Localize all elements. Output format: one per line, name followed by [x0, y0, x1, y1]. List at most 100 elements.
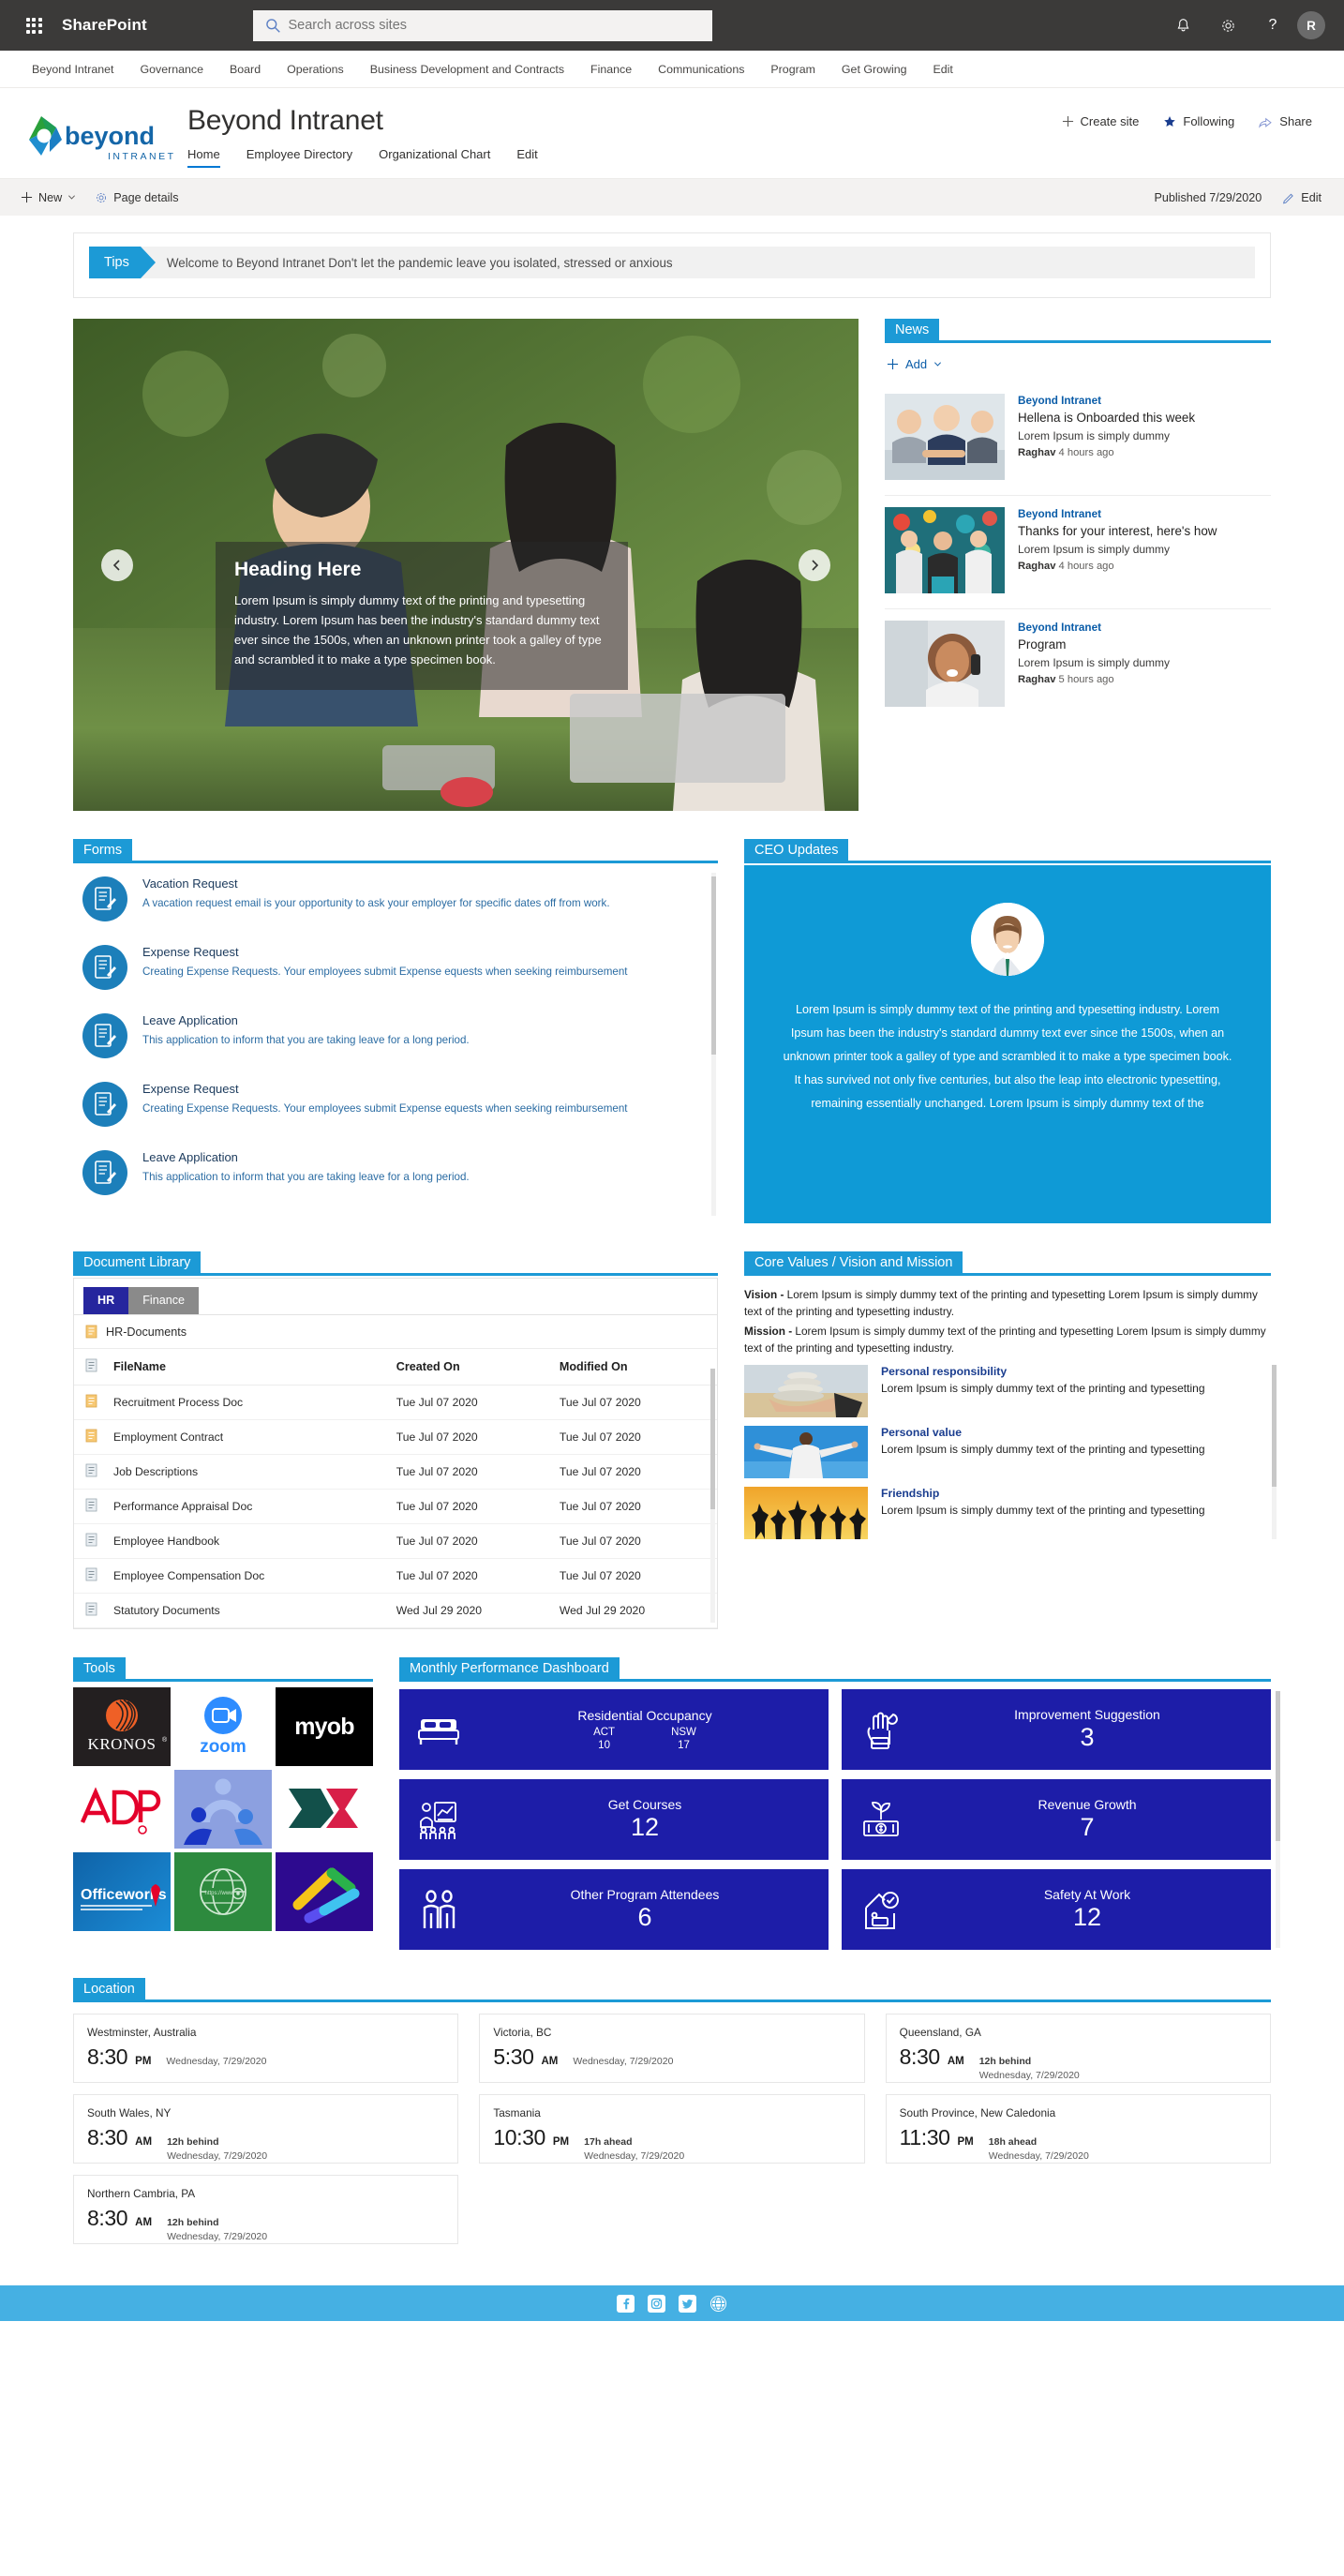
tool-adp[interactable] — [73, 1770, 171, 1849]
tool-checkmark[interactable] — [276, 1852, 373, 1931]
table-row[interactable]: Recruitment Process Doc Tue Jul 07 2020 … — [74, 1385, 717, 1420]
instagram-icon[interactable] — [648, 2294, 665, 2313]
hero-prev-button[interactable] — [101, 548, 133, 581]
tool-deputy[interactable] — [276, 1770, 373, 1849]
col-filename-header[interactable]: FileName — [107, 1349, 391, 1385]
tool-kronos[interactable]: KRONOS ® — [73, 1687, 171, 1766]
tool-zoom[interactable]: zoom — [174, 1687, 272, 1766]
news-item-title[interactable]: Program — [1018, 637, 1271, 653]
row-filename[interactable]: Recruitment Process Doc — [107, 1385, 391, 1420]
news-add-button[interactable]: Add — [885, 345, 1271, 382]
tool-community[interactable] — [174, 1770, 272, 1849]
tab-finance[interactable]: Finance — [128, 1287, 200, 1314]
col-created-header[interactable]: Created On — [390, 1349, 554, 1385]
doclib-scrollbar[interactable] — [710, 1369, 715, 1623]
help-icon[interactable]: ? — [1252, 5, 1293, 46]
forms-scrollbar[interactable] — [711, 873, 716, 1216]
form-item[interactable]: Leave Application This application to in… — [73, 1139, 718, 1207]
doclib-folder-row[interactable]: HR-Documents — [74, 1315, 717, 1349]
hub-nav-item[interactable]: Operations — [287, 63, 344, 76]
notifications-icon[interactable] — [1162, 5, 1203, 46]
form-item[interactable]: Expense Request Creating Expense Request… — [73, 1071, 718, 1139]
website-globe-icon[interactable] — [709, 2295, 727, 2313]
form-item[interactable]: Expense Request Creating Expense Request… — [73, 934, 718, 1002]
row-filename[interactable]: Employee Compensation Doc — [107, 1558, 391, 1594]
create-site-button[interactable]: Create site — [1062, 114, 1139, 128]
news-site-name[interactable]: Beyond Intranet — [1018, 508, 1271, 520]
facebook-icon[interactable] — [617, 2294, 635, 2313]
news-item[interactable]: Beyond Intranet Program Lorem Ipsum is s… — [885, 609, 1271, 722]
dashboard-tile-other-program-attendees[interactable]: Other Program Attendees 6 — [399, 1869, 829, 1950]
core-value-item[interactable]: Personal responsibility Lorem Ipsum is s… — [744, 1364, 1271, 1417]
tab-hr[interactable]: HR — [83, 1287, 129, 1314]
search-input[interactable] — [252, 9, 712, 41]
dashboard-scrollbar[interactable] — [1276, 1691, 1280, 1948]
core-value-item[interactable]: Personal value Lorem Ipsum is simply dum… — [744, 1425, 1271, 1478]
hero-next-button[interactable] — [799, 548, 830, 581]
location-card[interactable]: South Province, New Caledonia 11:30 PM 1… — [885, 2094, 1271, 2164]
new-button[interactable]: New — [21, 191, 76, 204]
news-site-name[interactable]: Beyond Intranet — [1018, 395, 1271, 407]
row-filename[interactable]: Statutory Documents — [107, 1593, 391, 1628]
hub-nav-item-edit[interactable]: Edit — [933, 63, 952, 76]
hub-nav-item[interactable]: Program — [770, 63, 815, 76]
share-button[interactable]: Share — [1259, 114, 1312, 128]
hub-nav-item[interactable]: Finance — [590, 63, 632, 76]
news-item[interactable]: Beyond Intranet Hellena is Onboarded thi… — [885, 382, 1271, 496]
avatar[interactable]: R — [1297, 11, 1325, 39]
hub-nav-item[interactable]: Get Growing — [842, 63, 907, 76]
row-filename[interactable]: Job Descriptions — [107, 1454, 391, 1490]
news-item-title[interactable]: Thanks for your interest, here's how — [1018, 523, 1271, 540]
hub-nav-item[interactable]: Business Development and Contracts — [370, 63, 564, 76]
edit-page-button[interactable]: Edit — [1282, 191, 1322, 204]
dashboard-tile-residential-occupancy[interactable]: Residential Occupancy ACT 10 NSW 17 — [399, 1689, 829, 1770]
table-row[interactable]: Job Descriptions Tue Jul 07 2020 Tue Jul… — [74, 1454, 717, 1490]
hub-nav-item[interactable]: Board — [230, 63, 261, 76]
dashboard-tile-improvement-suggestion[interactable]: Improvement Suggestion 3 — [842, 1689, 1271, 1770]
table-row[interactable]: Performance Appraisal Doc Tue Jul 07 202… — [74, 1489, 717, 1524]
dashboard-tile-get-courses[interactable]: Get Courses 12 — [399, 1779, 829, 1860]
location-card[interactable]: Victoria, BC 5:30 AM Wednesday, 7/29/202… — [479, 2014, 865, 2083]
row-filename[interactable]: Employee Handbook — [107, 1523, 391, 1559]
dashboard-tile-safety-at-work[interactable]: Safety At Work 12 — [842, 1869, 1271, 1950]
site-logo[interactable]: beyond INTRANET — [21, 105, 182, 169]
tool-officeworks[interactable]: Officeworks — [73, 1852, 171, 1931]
site-nav-item-organizational-chart[interactable]: Organizational Chart — [379, 147, 490, 168]
row-filename[interactable]: Employment Contract — [107, 1419, 391, 1455]
twitter-icon[interactable] — [679, 2294, 696, 2313]
location-card[interactable]: Queensland, GA 8:30 AM 12h behind Wednes… — [885, 2014, 1271, 2083]
site-nav-item-edit[interactable]: Edit — [516, 147, 537, 168]
hub-nav-item[interactable]: Governance — [141, 63, 204, 76]
following-button[interactable]: Following — [1163, 114, 1234, 128]
location-card[interactable]: Tasmania 10:30 PM 17h ahead Wednesday, 7… — [479, 2094, 865, 2164]
settings-icon[interactable] — [1207, 5, 1248, 46]
page-details-button[interactable]: Page details — [95, 191, 179, 204]
tool-myob[interactable]: myob — [276, 1687, 373, 1766]
tool-globe[interactable]: https://www — [174, 1852, 272, 1931]
site-nav-item-employee-directory[interactable]: Employee Directory — [246, 147, 352, 168]
suite-brand[interactable]: SharePoint — [62, 16, 147, 35]
table-row[interactable]: Employment Contract Tue Jul 07 2020 Tue … — [74, 1419, 717, 1455]
search-box[interactable] — [252, 9, 712, 41]
dashboard-tile-revenue-growth[interactable]: Revenue Growth 7 — [842, 1779, 1271, 1860]
location-card[interactable]: Northern Cambria, PA 8:30 AM 12h behind … — [73, 2175, 459, 2244]
hub-nav-item[interactable]: Communications — [658, 63, 744, 76]
core-values-scrollbar[interactable] — [1272, 1364, 1277, 1539]
app-launcher-icon[interactable] — [13, 5, 54, 46]
hub-nav-item[interactable]: Beyond Intranet — [32, 63, 114, 76]
hero-banner[interactable]: Heading Here Lorem Ipsum is simply dummy… — [73, 319, 859, 811]
site-nav-item-home[interactable]: Home — [187, 147, 220, 168]
form-item[interactable]: Leave Application This application to in… — [73, 1002, 718, 1071]
location-card[interactable]: Westminster, Australia 8:30 PM Wednesday… — [73, 2014, 459, 2083]
news-item[interactable]: Beyond Intranet Thanks for your interest… — [885, 496, 1271, 609]
form-item[interactable]: Vacation Request A vacation request emai… — [73, 865, 718, 934]
row-filename[interactable]: Performance Appraisal Doc — [107, 1489, 391, 1524]
table-row[interactable]: Employee Handbook Tue Jul 07 2020 Tue Ju… — [74, 1523, 717, 1559]
news-item-title[interactable]: Hellena is Onboarded this week — [1018, 410, 1271, 427]
col-modified-header[interactable]: Modified On — [553, 1349, 717, 1385]
table-row[interactable]: Statutory Documents Wed Jul 29 2020 Wed … — [74, 1593, 717, 1628]
location-card[interactable]: South Wales, NY 8:30 AM 12h behind Wedne… — [73, 2094, 459, 2164]
core-value-item[interactable]: Friendship Lorem Ipsum is simply dummy t… — [744, 1486, 1271, 1539]
news-site-name[interactable]: Beyond Intranet — [1018, 622, 1271, 634]
table-row[interactable]: Employee Compensation Doc Tue Jul 07 202… — [74, 1558, 717, 1594]
